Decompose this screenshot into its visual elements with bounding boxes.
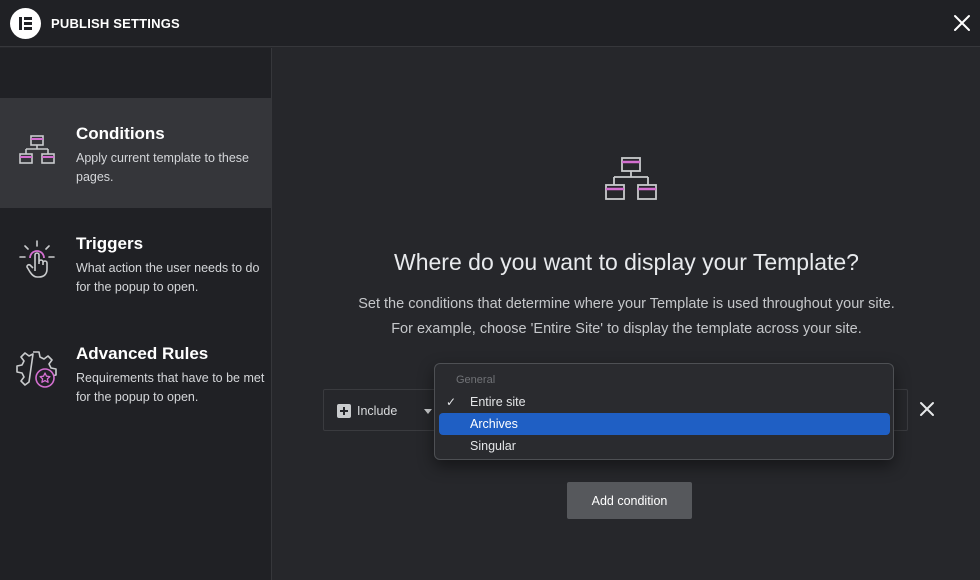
remove-condition-button[interactable] xyxy=(918,400,936,418)
include-label: Include xyxy=(357,404,398,418)
sidebar: Conditions Apply current template to the… xyxy=(0,48,272,580)
description-line: For example, choose 'Entire Site' to dis… xyxy=(391,321,862,337)
elementor-logo-icon xyxy=(10,8,41,39)
sidebar-item-conditions[interactable]: Conditions Apply current template to the… xyxy=(0,98,271,208)
sidebar-item-title: Advanced Rules xyxy=(76,344,209,363)
sidebar-item-desc: Requirements that have to be met for the… xyxy=(76,371,265,404)
sidebar-item-triggers[interactable]: Triggers What action the user needs to d… xyxy=(0,208,271,318)
sidebar-item-desc: Apply current template to these pages. xyxy=(76,151,250,184)
page-description: Set the conditions that determine where … xyxy=(273,292,980,342)
close-dialog-button[interactable] xyxy=(951,12,973,34)
include-select[interactable]: Include xyxy=(337,402,437,420)
page-heading: Where do you want to display your Templa… xyxy=(394,249,859,275)
dialog-title: PUBLISH SETTINGS xyxy=(51,16,180,31)
sidebar-item-desc: What action the user needs to do for the… xyxy=(76,261,260,294)
top-bar: PUBLISH SETTINGS xyxy=(0,0,980,47)
dropdown-option-entire-site[interactable]: ✓ Entire site xyxy=(439,391,890,413)
gear-star-icon xyxy=(16,351,57,388)
check-icon: ✓ xyxy=(446,395,457,409)
plus-square-icon xyxy=(337,404,351,418)
dropdown-option-singular[interactable]: Singular xyxy=(439,435,890,457)
dropdown-option-label: Singular xyxy=(470,439,516,453)
condition-dropdown-menu: General ✓ Entire site Archives Singular xyxy=(434,363,894,460)
dropdown-option-label: Entire site xyxy=(470,395,526,409)
sitemap-icon xyxy=(19,135,55,164)
add-condition-button[interactable]: Add condition xyxy=(567,482,692,519)
tap-icon xyxy=(19,240,55,278)
sitemap-icon xyxy=(605,157,657,200)
sidebar-item-title: Conditions xyxy=(76,124,165,143)
close-icon xyxy=(954,15,970,31)
dropdown-option-label: Archives xyxy=(470,417,518,431)
close-icon xyxy=(920,402,934,416)
description-line: Set the conditions that determine where … xyxy=(358,296,895,312)
main-panel: Where do you want to display your Templa… xyxy=(273,48,980,580)
dropdown-option-archives[interactable]: Archives xyxy=(439,413,890,435)
sidebar-item-title: Triggers xyxy=(76,234,144,253)
caret-down-icon xyxy=(424,409,432,414)
sidebar-item-advanced-rules[interactable]: Advanced Rules Requirements that have to… xyxy=(0,318,271,428)
dropdown-group-label: General xyxy=(456,374,496,386)
